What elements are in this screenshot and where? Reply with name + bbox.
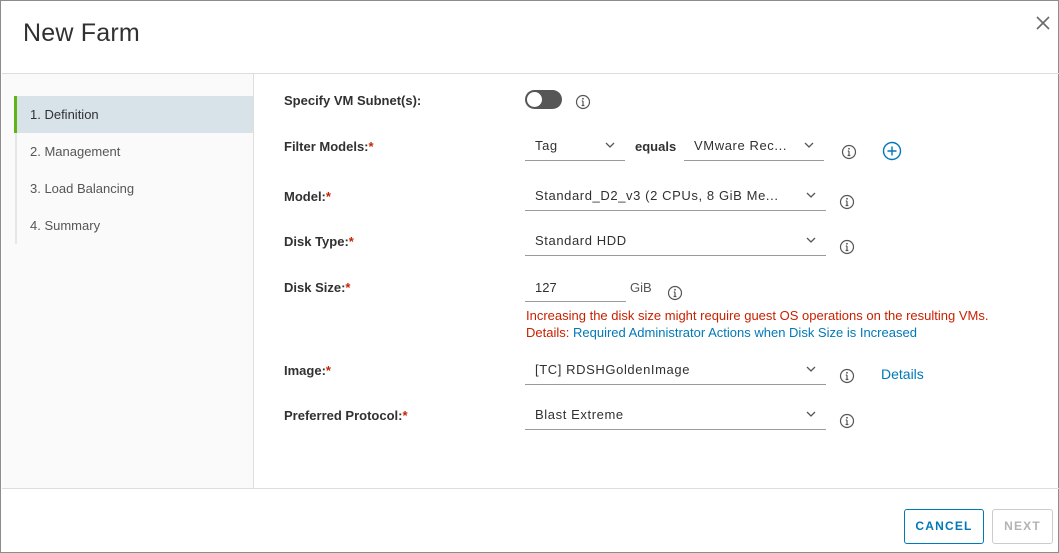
image-details-link[interactable]: Details — [881, 366, 924, 382]
disk-size-unit: GiB — [630, 280, 652, 295]
chevron-down-icon — [804, 142, 814, 148]
details-prefix: Details: — [526, 325, 570, 340]
step-definition[interactable]: 1. Definition — [14, 96, 253, 133]
add-filter-icon[interactable] — [882, 141, 902, 161]
subnet-label: Specify VM Subnet(s): — [284, 93, 422, 108]
disk-size-label: Disk Size:* — [284, 280, 351, 295]
disk-size-warning: Increasing the disk size might require g… — [526, 308, 989, 323]
image-value: [TC] RDSHGoldenImage — [535, 362, 691, 377]
image-select[interactable]: [TC] RDSHGoldenImage — [525, 355, 826, 385]
filter-value: VMware Rec... — [694, 138, 788, 153]
chevron-down-icon — [605, 142, 615, 148]
model-select[interactable]: Standard_D2_v3 (2 CPUs, 8 GiB Me... — [525, 181, 826, 211]
admin-actions-link[interactable]: Required Administrator Actions when Disk… — [573, 325, 917, 340]
wizard-steps-sidebar: 1. Definition 2. Management 3. Load Bala… — [2, 74, 254, 488]
disk-type-select[interactable]: Standard HDD — [525, 226, 826, 256]
cancel-button[interactable]: CANCEL — [904, 509, 984, 544]
info-icon[interactable] — [839, 239, 855, 255]
subnet-toggle[interactable] — [525, 90, 562, 109]
toggle-knob — [527, 92, 542, 107]
chevron-down-icon — [806, 366, 816, 372]
protocol-value: Blast Extreme — [535, 407, 624, 422]
new-farm-dialog: New Farm 1. Definition 2. Management 3. … — [0, 0, 1059, 553]
info-icon[interactable] — [839, 413, 855, 429]
footer-divider — [2, 488, 1059, 489]
info-icon[interactable] — [667, 285, 683, 301]
chevron-down-icon — [806, 237, 816, 243]
filter-models-label: Filter Models:* — [284, 139, 374, 154]
step-management[interactable]: 2. Management — [14, 133, 253, 170]
disk-size-input[interactable]: 127 — [525, 274, 626, 302]
step-load-balancing[interactable]: 3. Load Balancing — [14, 170, 253, 207]
info-icon[interactable] — [839, 194, 855, 210]
disk-size-details: Details: Required Administrator Actions … — [526, 325, 917, 340]
protocol-select[interactable]: Blast Extreme — [525, 400, 826, 430]
chevron-down-icon — [806, 192, 816, 198]
disk-type-value: Standard HDD — [535, 233, 627, 248]
info-icon[interactable] — [839, 368, 855, 384]
model-label: Model:* — [284, 189, 331, 204]
filter-operator: equals — [635, 139, 677, 154]
filter-field-value: Tag — [535, 138, 558, 153]
image-label: Image:* — [284, 363, 331, 378]
filter-value-select[interactable]: VMware Rec... — [684, 131, 824, 161]
model-value: Standard_D2_v3 (2 CPUs, 8 GiB Me... — [535, 188, 779, 203]
filter-field-select[interactable]: Tag — [525, 131, 625, 161]
close-icon[interactable] — [1033, 13, 1053, 33]
chevron-down-icon — [806, 411, 816, 417]
next-button[interactable]: NEXT — [992, 509, 1053, 544]
info-icon[interactable] — [575, 94, 591, 110]
protocol-label: Preferred Protocol:* — [284, 408, 408, 423]
step-summary[interactable]: 4. Summary — [14, 207, 253, 244]
disk-type-label: Disk Type:* — [284, 234, 354, 249]
dialog-title: New Farm — [23, 19, 140, 47]
info-icon[interactable] — [841, 144, 857, 160]
